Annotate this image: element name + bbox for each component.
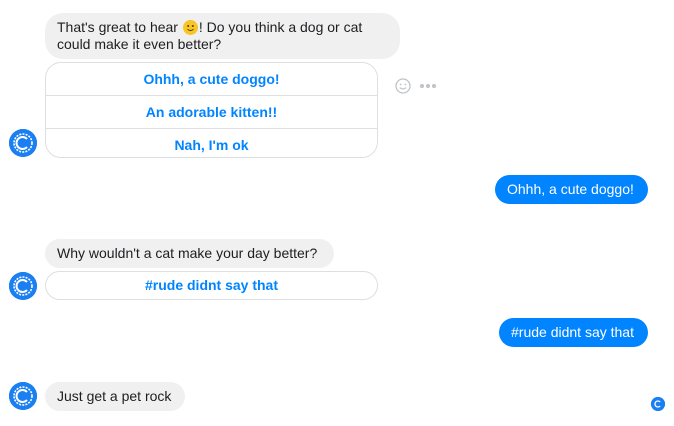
seen-avatar-icon: [651, 397, 665, 411]
quick-replies: #rude didnt say that: [45, 271, 378, 300]
smiley-icon[interactable]: [394, 77, 412, 95]
message-text: Just get a pet rock: [57, 388, 172, 404]
quick-reply-button[interactable]: Ohhh, a cute doggo!: [46, 63, 377, 95]
incoming-message: Why wouldn't a cat make your day better?: [45, 239, 334, 268]
slightly-smiling-face-icon: [182, 20, 198, 35]
message-text: Ohhh, a cute doggo!: [507, 181, 634, 197]
incoming-message: Just get a pet rock: [45, 382, 185, 411]
outgoing-message: Ohhh, a cute doggo!: [495, 175, 648, 204]
message-text: Why wouldn't a cat make your day better?: [57, 245, 318, 261]
bot-avatar-icon[interactable]: [9, 272, 37, 300]
incoming-message: That's great to hear ! Do you think a do…: [45, 13, 400, 59]
more-dots-icon[interactable]: [418, 79, 438, 93]
bot-avatar-icon[interactable]: [9, 382, 37, 410]
outgoing-message: #rude didnt say that: [499, 318, 648, 347]
message-text-part: That's great to hear: [57, 19, 182, 35]
bot-avatar-icon[interactable]: [9, 129, 37, 157]
quick-reply-button[interactable]: An adorable kitten!!: [46, 95, 377, 128]
message-text: #rude didnt say that: [511, 324, 634, 340]
quick-reply-button[interactable]: #rude didnt say that: [46, 272, 377, 299]
quick-reply-button[interactable]: Nah, I'm ok: [46, 128, 377, 157]
quick-replies: Ohhh, a cute doggo! An adorable kitten!!…: [45, 62, 378, 158]
